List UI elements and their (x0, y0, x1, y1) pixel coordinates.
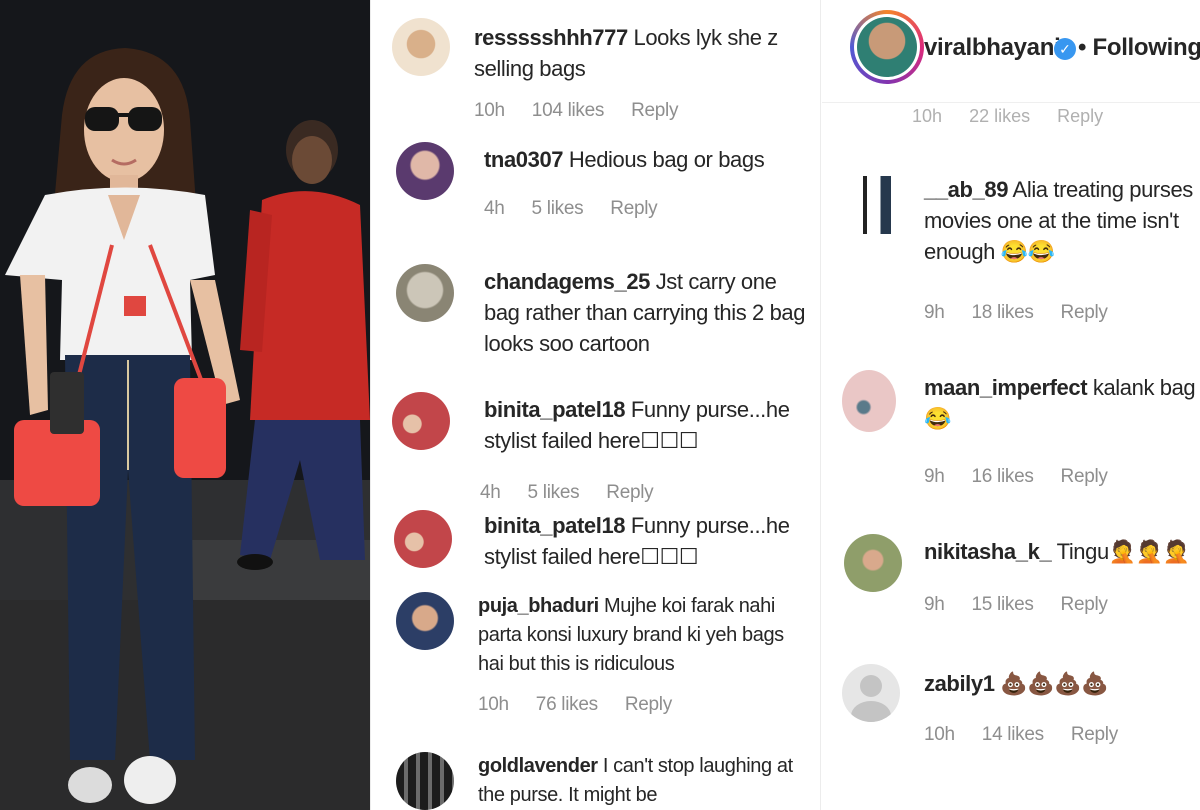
comment-body: 💩💩💩💩 (994, 671, 1109, 696)
user-avatar[interactable] (392, 18, 450, 76)
comment-username[interactable]: ressssshhh777 (474, 25, 628, 50)
comment-meta: 4h 5 likes Reply (480, 482, 675, 504)
reply-button[interactable]: Reply (610, 198, 657, 219)
comment-likes[interactable]: 76 likes (536, 694, 598, 715)
comment-text: nikitasha_k_ Tingu🤦🤦🤦 (924, 536, 1200, 567)
reply-button[interactable]: Reply (631, 100, 678, 121)
comment-username[interactable]: binita_patel18 (484, 397, 626, 422)
user-avatar[interactable] (396, 142, 454, 200)
comment-text: goldlavender I can't stop laughing at th… (478, 752, 808, 810)
user-avatar[interactable] (392, 392, 450, 450)
default-avatar-silhouette (851, 675, 891, 722)
header-divider (822, 102, 1200, 103)
comment-time: 4h (480, 482, 501, 503)
comment-likes[interactable]: 18 likes (972, 302, 1034, 323)
story-ring[interactable] (850, 10, 924, 84)
comment-username[interactable]: tna0307 (484, 147, 564, 172)
cutoff-reply[interactable]: Reply (1057, 106, 1103, 126)
user-avatar[interactable] (396, 592, 454, 650)
user-avatar[interactable] (842, 370, 896, 432)
comment-text: ressssshhh777 Looks lyk she z selling ba… (474, 22, 804, 84)
comment-username[interactable]: nikitasha_k_ (924, 539, 1052, 564)
comment-username[interactable]: maan_imperfect (924, 375, 1088, 400)
panel-divider (370, 0, 371, 810)
reply-button[interactable]: Reply (625, 694, 672, 715)
following-button[interactable]: • Following (1078, 34, 1200, 62)
comment-time: 9h (924, 594, 945, 615)
profile-avatar (854, 14, 920, 80)
comment-likes[interactable]: 15 likes (972, 594, 1034, 615)
comments-column-left: ressssshhh777 Looks lyk she z selling ba… (372, 0, 820, 810)
verified-badge-icon: ✓ (1054, 38, 1076, 60)
comment-text: __ab_89 Alia treating purses movies one … (924, 174, 1200, 267)
cutoff-likes: 22 likes (969, 106, 1031, 126)
comment-text: zabily1 💩💩💩💩 (924, 668, 1200, 699)
reply-button[interactable]: Reply (1061, 594, 1108, 615)
comment-time: 10h (478, 694, 509, 715)
comment-text: chandagems_25 Jst carry one bag rather t… (484, 266, 814, 359)
comment-text: binita_patel18 Funny purse...he stylist … (484, 394, 814, 456)
post-header: viralbhayani ✓ • Following (822, 0, 1200, 100)
comment-meta: 9h 16 likes Reply (924, 466, 1130, 488)
user-avatar[interactable] (844, 534, 902, 592)
user-avatar[interactable] (396, 752, 454, 810)
comment-time: 10h (474, 100, 505, 121)
comment-text: tna0307 Hedious bag or bags (484, 144, 804, 175)
comment-text: puja_bhaduri Mujhe koi farak nahi parta … (478, 592, 808, 679)
reply-button[interactable]: Reply (1061, 466, 1108, 487)
comment-meta: 4h 5 likes Reply (484, 198, 679, 220)
comment-likes[interactable]: 16 likes (972, 466, 1034, 487)
cutoff-comment-meta: 10h 22 likes Reply (912, 106, 1125, 127)
comment-username[interactable]: goldlavender (478, 755, 598, 777)
comment-likes[interactable]: 5 likes (532, 198, 584, 219)
comment-time: 10h (924, 724, 955, 745)
reply-button[interactable]: Reply (1071, 724, 1118, 745)
user-avatar[interactable] (394, 510, 452, 568)
comments-column-right: viralbhayani ✓ • Following 10h 22 likes … (822, 0, 1200, 810)
comment-username[interactable]: chandagems_25 (484, 269, 650, 294)
photo-illustration (0, 0, 370, 810)
comment-likes[interactable]: 5 likes (528, 482, 580, 503)
reply-button[interactable]: Reply (606, 482, 653, 503)
reply-button[interactable]: Reply (1061, 302, 1108, 323)
comment-meta: 9h 15 likes Reply (924, 594, 1130, 616)
comment-body: Hedious bag or bags (563, 147, 765, 172)
comment-username[interactable]: __ab_89 (924, 177, 1008, 202)
comment-text: binita_patel18 Funny purse...he stylist … (484, 510, 818, 572)
celebrity-photo (0, 0, 370, 810)
user-avatar[interactable] (396, 264, 454, 322)
user-avatar[interactable] (854, 176, 900, 234)
comment-time: 9h (924, 466, 945, 487)
comment-meta: 10h 76 likes Reply (478, 694, 694, 716)
comment-meta: 9h 18 likes Reply (924, 302, 1130, 324)
default-avatar-icon[interactable] (842, 664, 900, 722)
comment-username[interactable]: binita_patel18 (484, 513, 626, 538)
panel-divider (820, 0, 821, 810)
comment-body: Tingu🤦🤦🤦 (1051, 539, 1191, 564)
comment-meta: 10h 104 likes Reply (474, 100, 700, 122)
comment-likes[interactable]: 104 likes (532, 100, 605, 121)
cutoff-time: 10h (912, 106, 943, 126)
comment-time: 9h (924, 302, 945, 323)
comment-likes[interactable]: 14 likes (982, 724, 1044, 745)
comment-text: maan_imperfect kalank bag 😂 (924, 372, 1200, 434)
post-author-username[interactable]: viralbhayani (924, 34, 1061, 62)
comment-time: 4h (484, 198, 505, 219)
comment-meta: 10h 14 likes Reply (924, 724, 1140, 746)
comment-username[interactable]: puja_bhaduri (478, 595, 599, 617)
profile-picture (857, 17, 917, 77)
comment-username[interactable]: zabily1 (924, 671, 995, 696)
